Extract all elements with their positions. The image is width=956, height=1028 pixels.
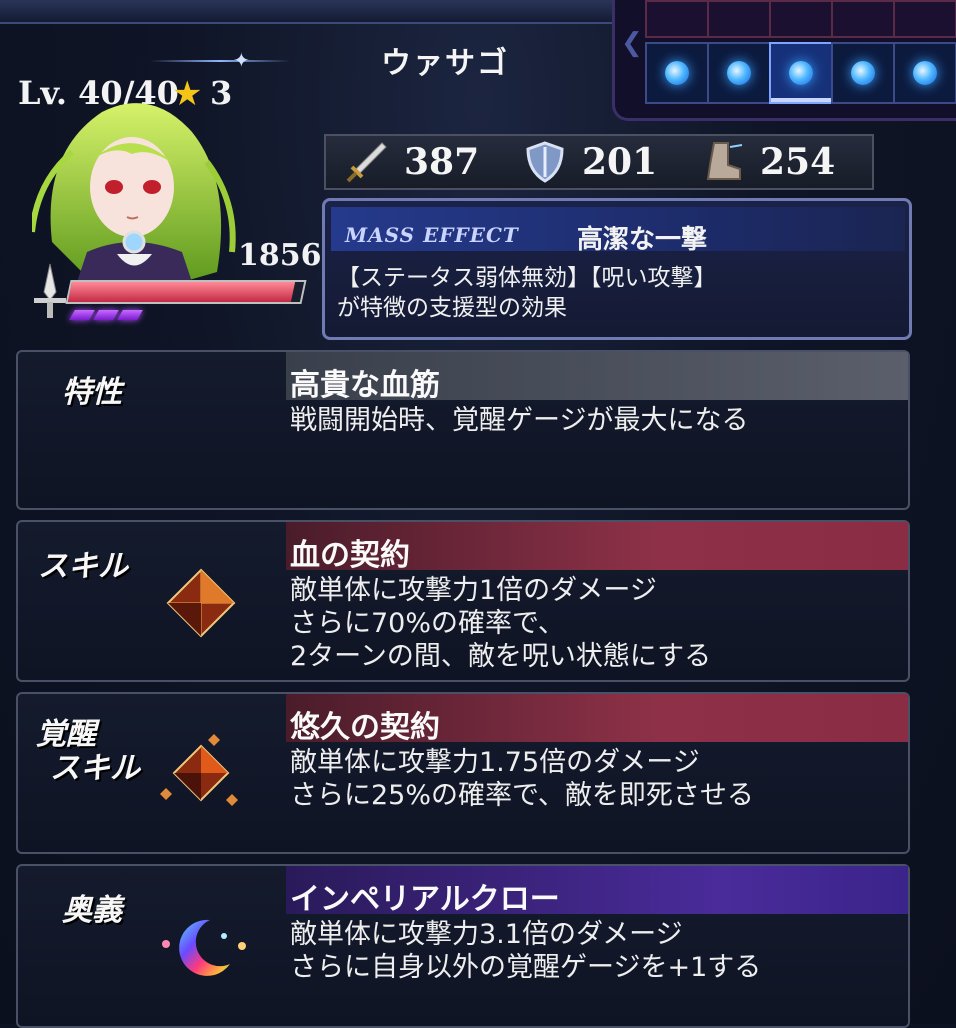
attack-value: 387 <box>404 141 480 183</box>
slot-top-cell <box>645 0 709 38</box>
awaken-pip <box>69 310 95 320</box>
ultimate-desc-line: 敵単体に攻撃力3.1倍のダメージ <box>290 919 683 950</box>
slot-top-cell <box>831 0 895 38</box>
awaken-skill-label-line: 覚醒 <box>36 717 96 752</box>
hp-value: 1856 <box>238 238 322 273</box>
awaken-skill-desc-line: さらに25%の確率で、敵を即死させる <box>290 780 754 811</box>
slot-top-cell <box>707 0 771 38</box>
awaken-skill-label: 覚醒 スキル <box>36 718 140 786</box>
defense-value: 201 <box>582 141 658 183</box>
skill-label: スキル <box>38 549 128 584</box>
ultimate-desc-line: さらに自身以外の覚醒ゲージを+1する <box>290 952 762 983</box>
mass-effect-description: 【ステータス弱体無効】【呪い攻撃】 が特徴の支援型の効果 <box>337 263 717 323</box>
orb-icon <box>851 61 875 85</box>
rainbow-crescent-icon <box>158 914 248 988</box>
chevron-left-icon[interactable]: ❮ <box>621 28 643 58</box>
awaken-skill-title: 悠久の契約 <box>290 710 440 745</box>
red-crystal-cluster-icon <box>158 732 244 818</box>
party-slot-4[interactable] <box>831 42 895 104</box>
awaken-skill-card: 覚醒 スキル 悠久の契約 敵単体に攻撃力1.75倍のダメージ さらに25%の確率… <box>16 692 910 854</box>
trait-label: 特性 <box>62 375 122 410</box>
red-crystal-icon <box>166 568 236 642</box>
orb-icon <box>789 61 813 85</box>
awaken-pip <box>93 310 119 320</box>
slot-row <box>645 42 956 104</box>
title-decoration <box>150 60 290 62</box>
slot-top-cell <box>893 0 956 38</box>
sword-icon <box>346 142 387 183</box>
skill-desc-line: さらに70%の確率で、 <box>290 608 565 639</box>
slot-top-cell <box>769 0 833 38</box>
character-portrait <box>32 92 244 282</box>
attack-stat: 387 <box>344 139 504 185</box>
boot-icon <box>706 142 743 180</box>
awaken-gauge <box>69 310 143 320</box>
ultimate-card: 奥義 インペリアルクロー 敵単体に攻撃力3.1倍のダメージ さらに自身以外の覚醒… <box>16 864 910 1028</box>
speed-stat: 254 <box>700 139 860 185</box>
party-slot-5[interactable] <box>893 42 956 104</box>
skill-description: 敵単体に攻撃力1倍のダメージ さらに70%の確率で、 2ターンの間、敵を呪い状態… <box>290 574 711 673</box>
awaken-skill-label-line: スキル <box>50 751 140 786</box>
sparkle-icon: ✦ <box>233 48 250 72</box>
mass-effect-desc-line: が特徴の支援型の効果 <box>337 295 567 321</box>
trait-description: 戦闘開始時、覚醒ゲージが最大になる <box>290 404 748 437</box>
orb-icon <box>665 61 689 85</box>
ultimate-title: インペリアルクロー <box>290 882 560 917</box>
trait-card: 特性 高貴な血筋 戦闘開始時、覚醒ゲージが最大になる <box>16 350 910 510</box>
mass-effect-panel: MASS EFFECT 高潔な一撃 【ステータス弱体無効】【呪い攻撃】 が特徴の… <box>322 198 912 340</box>
mass-effect-header: MASS EFFECT 高潔な一撃 <box>331 207 905 255</box>
mass-effect-label: MASS EFFECT <box>345 223 519 247</box>
party-slot-panel: ❮ <box>612 0 956 121</box>
mass-effect-name: 高潔な一撃 <box>577 225 708 255</box>
stats-bar: 387 201 254 <box>324 134 874 190</box>
party-slot-2[interactable] <box>707 42 771 104</box>
ultimate-description: 敵単体に攻撃力3.1倍のダメージ さらに自身以外の覚醒ゲージを+1する <box>290 918 761 984</box>
hp-bar <box>65 280 307 304</box>
character-name: ウァサゴ <box>381 46 509 81</box>
shield-icon <box>526 141 564 183</box>
skill-title: 血の契約 <box>290 538 410 573</box>
skill-desc-line: 2ターンの間、敵を呪い状態にする <box>290 641 712 672</box>
orb-icon <box>913 61 937 85</box>
mass-effect-desc-line: 【ステータス弱体無効】【呪い攻撃】 <box>337 265 717 291</box>
ultimate-label: 奥義 <box>62 893 122 928</box>
slot-top-row <box>645 0 956 38</box>
awaken-pip <box>117 310 143 320</box>
orb-icon <box>727 61 751 85</box>
awaken-skill-description: 敵単体に攻撃力1.75倍のダメージ さらに25%の確率で、敵を即死させる <box>290 746 754 812</box>
party-slot-3[interactable] <box>769 42 833 104</box>
trait-title: 高貴な血筋 <box>290 368 440 403</box>
skill-card: スキル 血の契約 敵単体に攻撃力1倍のダメージ さらに70%の確率で、 2ターン… <box>16 520 910 682</box>
hp-bar-fill <box>67 282 295 302</box>
skill-desc-line: 敵単体に攻撃力1倍のダメージ <box>290 575 657 606</box>
defense-stat: 201 <box>522 139 682 185</box>
speed-value: 254 <box>760 141 836 183</box>
party-slot-1[interactable] <box>645 42 709 104</box>
trait-desc-line: 戦闘開始時、覚醒ゲージが最大になる <box>290 405 749 436</box>
awaken-skill-desc-line: 敵単体に攻撃力1.75倍のダメージ <box>290 747 700 778</box>
